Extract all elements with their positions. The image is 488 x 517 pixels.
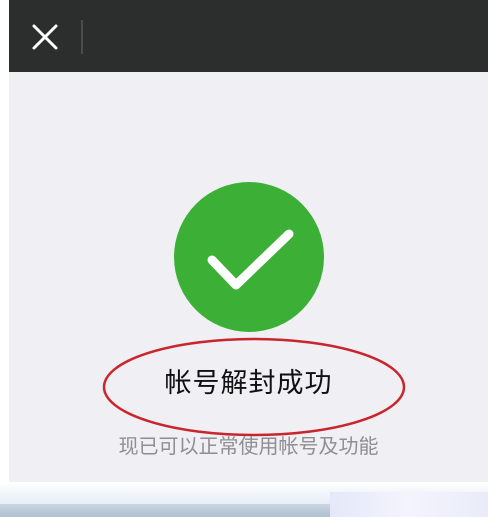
close-icon [32,24,58,50]
desktop-taskbar-strip [0,482,488,517]
taskbar-bar [0,504,330,517]
checkmark-icon [207,229,294,290]
close-button[interactable] [30,22,60,52]
taskbar-glow [330,492,488,517]
screenshot-frame: 帐号解封成功 现已可以正常使用帐号及功能 [0,0,488,517]
status-title: 帐号解封成功 [164,368,333,399]
app-screen: 帐号解封成功 现已可以正常使用帐号及功能 [9,0,488,482]
header-divider [81,20,83,54]
success-checkmark-badge [174,182,324,332]
top-navigation-bar [9,0,488,72]
status-subtitle: 现已可以正常使用帐号及功能 [118,434,379,458]
